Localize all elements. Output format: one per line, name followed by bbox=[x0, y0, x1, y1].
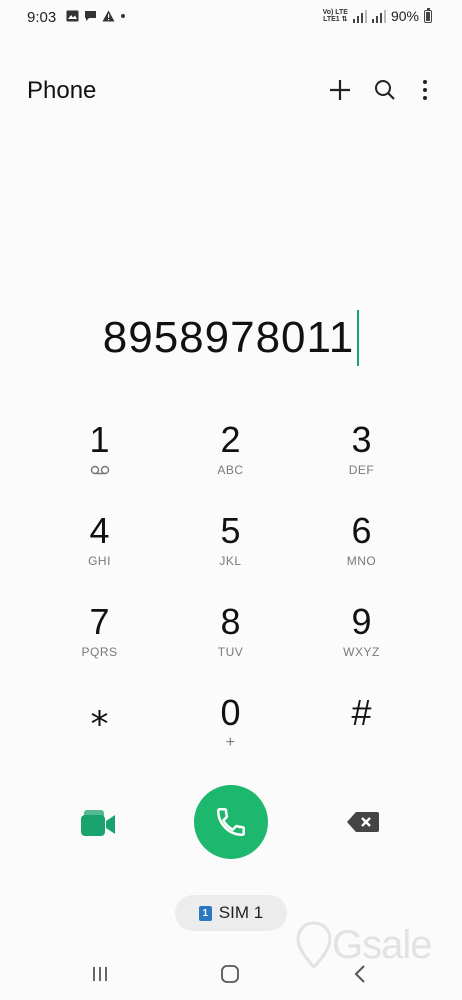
backspace-icon bbox=[347, 812, 379, 832]
key-4[interactable]: 4 GHI bbox=[34, 509, 165, 600]
key-digit: # bbox=[351, 692, 372, 733]
text-cursor bbox=[357, 310, 360, 366]
key-2[interactable]: 2 ABC bbox=[165, 418, 296, 509]
key-digit: 0 bbox=[220, 692, 241, 733]
search-icon[interactable] bbox=[371, 76, 399, 104]
key-digit: 2 bbox=[220, 419, 241, 460]
key-digit: 3 bbox=[351, 419, 372, 460]
battery-icon bbox=[424, 7, 432, 23]
signal-icon-1 bbox=[352, 9, 367, 23]
plus-icon[interactable] bbox=[326, 76, 354, 104]
dialed-number: 8958978011 bbox=[102, 313, 355, 362]
sim-selector[interactable]: 1 SIM 1 bbox=[175, 895, 287, 931]
key-letters: TUV bbox=[217, 645, 244, 659]
signal-icon-2 bbox=[371, 9, 386, 23]
key-digit: 7 bbox=[89, 601, 110, 642]
call-button[interactable] bbox=[194, 785, 268, 859]
key-8[interactable]: 8 TUV bbox=[165, 600, 296, 691]
dial-keypad: 1 2 ABC 3 DEF 4 GHI 5 JKL 6 MNO 7 PQRS 8… bbox=[34, 418, 428, 782]
video-camera-icon bbox=[81, 810, 115, 836]
key-letters: PQRS bbox=[81, 645, 118, 659]
sim-label: SIM 1 bbox=[218, 903, 264, 922]
key-letters: GHI bbox=[88, 554, 111, 568]
key-digit: 9 bbox=[351, 601, 372, 642]
key-digit: 8 bbox=[220, 601, 241, 642]
back-button[interactable] bbox=[346, 962, 374, 986]
key-digit: 1 bbox=[89, 419, 110, 460]
battery-percent: 90% bbox=[390, 8, 419, 24]
key-letters: JKL bbox=[219, 554, 242, 568]
more-vertical-icon[interactable] bbox=[411, 76, 439, 104]
key-star[interactable]: ⁎ bbox=[34, 691, 165, 782]
key-9[interactable]: 9 WXYZ bbox=[296, 600, 427, 691]
notification-icons bbox=[66, 10, 126, 22]
key-0[interactable]: 0 + bbox=[165, 691, 296, 782]
backspace-button[interactable] bbox=[340, 804, 386, 840]
key-letters: DEF bbox=[348, 463, 375, 477]
key-letters: WXYZ bbox=[343, 645, 380, 659]
key-6[interactable]: 6 MNO bbox=[296, 509, 427, 600]
app-bar: Phone bbox=[0, 70, 462, 110]
voicemail-icon bbox=[90, 462, 110, 478]
phone-icon bbox=[216, 807, 246, 837]
gallery-icon bbox=[66, 10, 79, 22]
dialed-number-field[interactable]: 8958978011 bbox=[0, 310, 462, 380]
message-icon bbox=[85, 11, 96, 21]
back-chevron-icon bbox=[354, 965, 365, 983]
page-title: Phone bbox=[27, 77, 97, 104]
status-time: 9:03 bbox=[27, 9, 57, 26]
key-letters: ABC bbox=[217, 463, 244, 477]
home-icon bbox=[221, 965, 239, 983]
lte-top: Vo) LTE bbox=[322, 9, 348, 16]
lte-bottom: LTE1 ⇅ bbox=[323, 16, 348, 23]
key-7[interactable]: 7 PQRS bbox=[34, 600, 165, 691]
status-bar: 9:03 Vo) LTE LTE1 ⇅ 90% bbox=[0, 0, 462, 34]
key-digit: ⁎ bbox=[90, 692, 109, 733]
key-digit: 6 bbox=[351, 510, 372, 551]
key-letters: + bbox=[225, 734, 236, 751]
dot-icon bbox=[121, 14, 125, 18]
recent-apps-icon bbox=[93, 967, 107, 981]
key-hash[interactable]: # bbox=[296, 691, 427, 782]
navigation-bar bbox=[0, 950, 462, 1000]
alert-icon bbox=[102, 10, 115, 22]
key-letters: MNO bbox=[346, 554, 377, 568]
home-button[interactable] bbox=[216, 962, 244, 986]
key-3[interactable]: 3 DEF bbox=[296, 418, 427, 509]
video-call-button[interactable] bbox=[76, 800, 122, 846]
lte-indicator: Vo) LTE LTE1 ⇅ bbox=[323, 9, 348, 23]
status-right: Vo) LTE LTE1 ⇅ 90% bbox=[323, 7, 432, 24]
sim-badge: 1 bbox=[198, 905, 212, 921]
recent-apps-button[interactable] bbox=[86, 962, 114, 986]
key-digit: 4 bbox=[89, 510, 110, 551]
key-5[interactable]: 5 JKL bbox=[165, 509, 296, 600]
key-digit: 5 bbox=[220, 510, 241, 551]
key-1[interactable]: 1 bbox=[34, 418, 165, 509]
